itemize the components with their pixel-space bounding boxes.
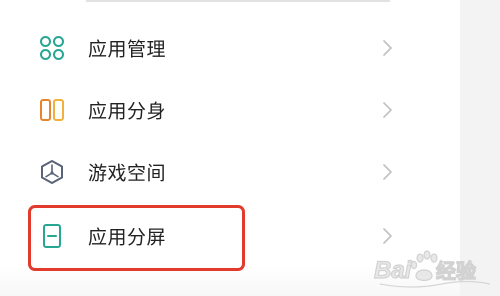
- settings-item-app-clone[interactable]: 应用分身: [0, 79, 460, 141]
- settings-item-label: 应用分身: [88, 100, 167, 123]
- svg-text:Bai: Bai: [374, 257, 413, 284]
- chevron-right-icon: [380, 100, 394, 120]
- settings-item-app-management[interactable]: 应用管理: [0, 17, 460, 79]
- settings-item-game-space[interactable]: 游戏空间: [0, 141, 460, 203]
- settings-item-label: 应用管理: [88, 38, 167, 61]
- chevron-right-icon: [380, 162, 394, 182]
- top-divider: [86, 0, 390, 2]
- chevron-right-icon: [380, 226, 394, 246]
- settings-item-label: 游戏空间: [88, 162, 167, 185]
- game-space-icon: [38, 158, 66, 186]
- svg-text:经验: 经验: [436, 259, 476, 283]
- highlight-box: [28, 205, 245, 271]
- app-clone-icon: [38, 96, 66, 124]
- baidu-jingyan-watermark: Bai 经验: [372, 246, 496, 292]
- chevron-right-icon: [380, 38, 394, 58]
- app-management-icon: [38, 34, 66, 62]
